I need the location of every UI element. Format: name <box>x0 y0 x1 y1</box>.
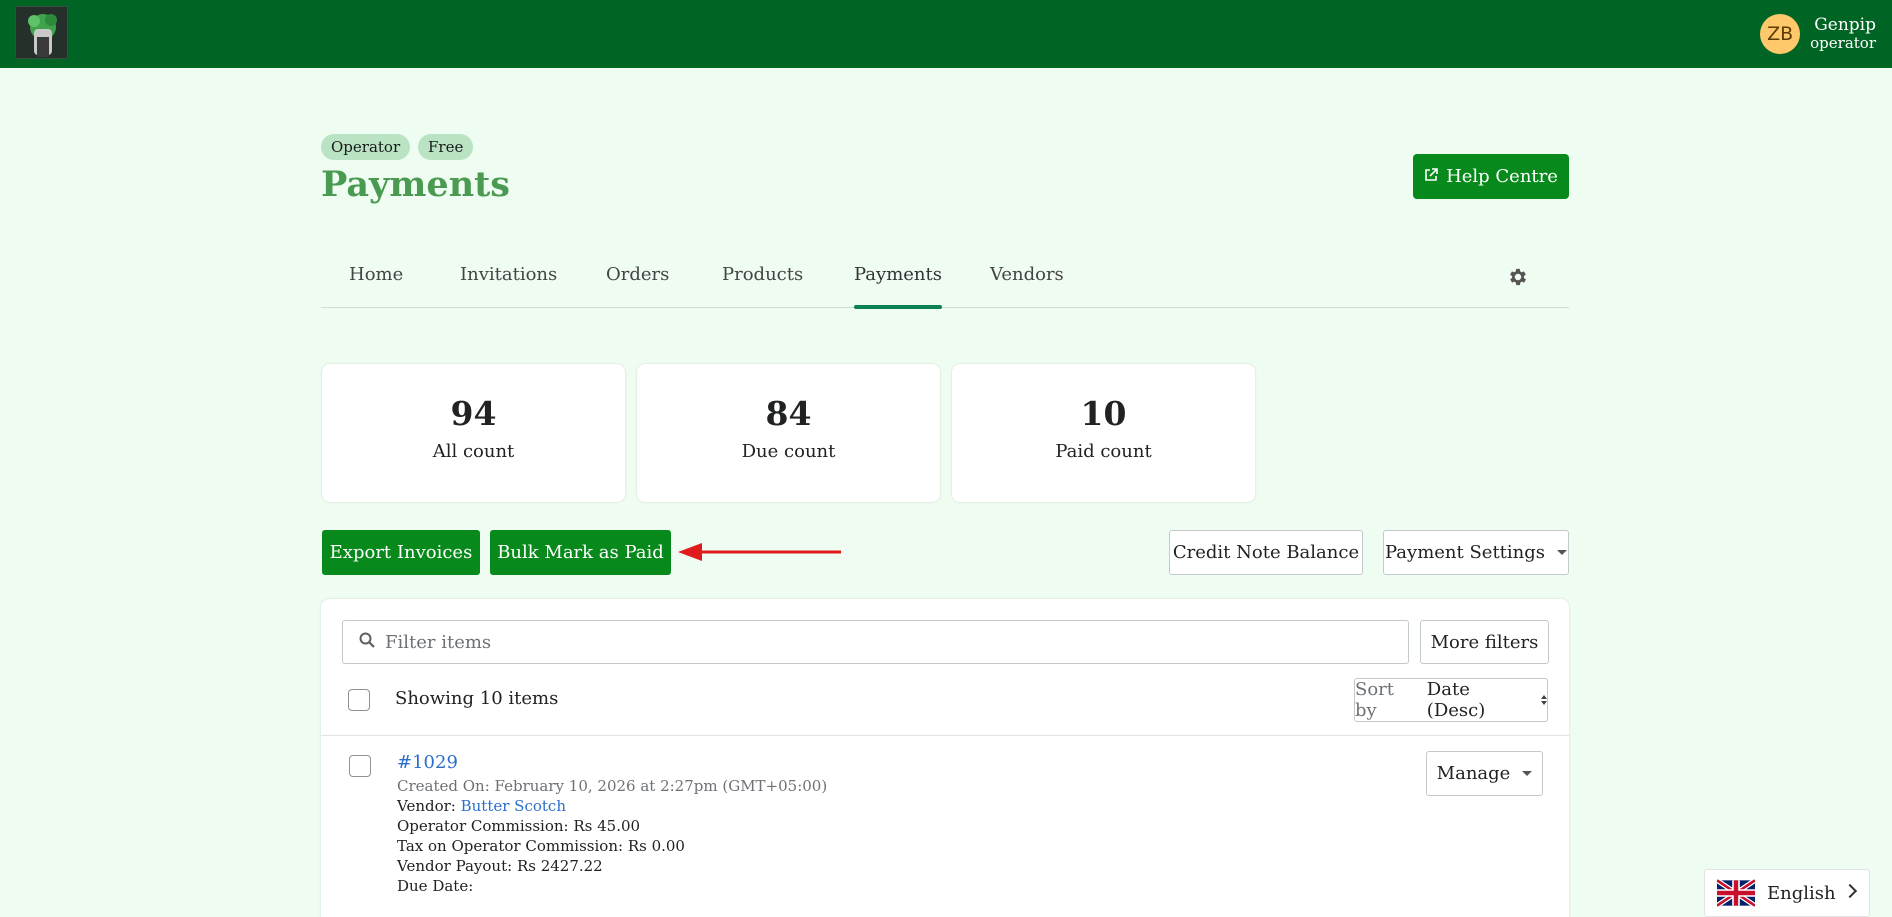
divider <box>321 735 1569 736</box>
tab-invitations[interactable]: Invitations <box>460 258 557 308</box>
chevron-right-icon <box>1842 883 1858 899</box>
uk-flag-icon <box>1715 878 1757 908</box>
help-centre-button[interactable]: Help Centre <box>1413 154 1569 199</box>
help-centre-label: Help Centre <box>1446 166 1558 187</box>
payments-list-panel: More filters Showing 10 items Sort by Da… <box>321 599 1569 917</box>
user-role: operator <box>1810 34 1876 53</box>
sort-prefix: Sort by <box>1355 679 1395 721</box>
tab-home[interactable]: Home <box>349 258 403 308</box>
tab-vendors[interactable]: Vendors <box>990 258 1064 308</box>
payment-settings-label: Payment Settings <box>1384 542 1546 563</box>
tab-orders[interactable]: Orders <box>606 258 669 308</box>
language-switcher[interactable]: English <box>1704 869 1870 917</box>
order-id-link[interactable]: #1029 <box>397 752 458 773</box>
caret-down-icon <box>1557 550 1568 555</box>
sort-value: Date (Desc) <box>1426 679 1486 721</box>
page-title: Payments <box>321 164 511 205</box>
order-vendor: Vendor: Butter Scotch <box>397 797 566 815</box>
sort-arrows-icon <box>1541 695 1547 705</box>
filter-search-box[interactable] <box>342 620 1409 664</box>
stat-card-all[interactable]: 94 All count <box>322 364 625 502</box>
top-bar: ZB Genpip operator <box>0 0 1892 68</box>
row-checkbox[interactable] <box>349 755 371 777</box>
tab-payments[interactable]: Payments <box>854 258 942 309</box>
operator-badge: Operator <box>321 134 411 160</box>
stat-label: All count <box>432 441 515 462</box>
nav-tabs: Home Invitations Orders Products Payment… <box>321 258 1569 309</box>
avatar: ZB <box>1760 14 1801 54</box>
active-tab-indicator <box>854 305 942 309</box>
user-name: Genpip <box>1814 14 1876 35</box>
operator-commission: Operator Commission: Rs 45.00 <box>397 817 641 835</box>
tab-products[interactable]: Products <box>722 258 803 308</box>
external-link-icon <box>1424 166 1438 187</box>
select-all-checkbox[interactable] <box>348 689 370 711</box>
vendor-label: Vendor: <box>397 797 461 815</box>
export-invoices-button[interactable]: Export Invoices <box>322 530 480 575</box>
vendor-payout: Vendor Payout: Rs 2427.22 <box>397 857 603 875</box>
annotation-arrow <box>678 543 841 561</box>
store-logo[interactable] <box>15 6 68 59</box>
due-date: Due Date: <box>397 877 474 895</box>
bulk-mark-paid-button[interactable]: Bulk Mark as Paid <box>490 530 671 575</box>
caret-down-icon <box>1522 771 1533 776</box>
vendor-link[interactable]: Butter Scotch <box>461 797 566 815</box>
filter-input[interactable] <box>385 631 1385 653</box>
credit-note-balance-button[interactable]: Credit Note Balance <box>1169 530 1363 575</box>
sort-select[interactable]: Sort by Date (Desc) <box>1354 678 1548 722</box>
manage-label: Manage <box>1436 763 1511 784</box>
language-label: English <box>1767 882 1836 904</box>
showing-count: Showing 10 items <box>395 688 559 709</box>
search-icon <box>359 632 375 652</box>
stat-value: 94 <box>450 394 497 433</box>
payment-settings-dropdown[interactable]: Payment Settings <box>1383 530 1569 575</box>
stat-card-paid[interactable]: 10 Paid count <box>952 364 1255 502</box>
order-created-on: Created On: February 10, 2026 at 2:27pm … <box>397 777 828 795</box>
user-menu[interactable]: ZB Genpip operator <box>1760 12 1876 56</box>
stat-card-due[interactable]: 84 Due count <box>637 364 940 502</box>
stat-value: 10 <box>1080 394 1127 433</box>
manage-dropdown[interactable]: Manage <box>1426 751 1543 796</box>
gear-icon[interactable] <box>1507 266 1529 288</box>
stat-label: Due count <box>741 441 836 462</box>
plan-badge: Free <box>418 134 474 160</box>
stat-value: 84 <box>765 394 812 433</box>
more-filters-button[interactable]: More filters <box>1420 620 1549 664</box>
stat-label: Paid count <box>1055 441 1152 462</box>
tax-on-commission: Tax on Operator Commission: Rs 0.00 <box>397 837 685 855</box>
